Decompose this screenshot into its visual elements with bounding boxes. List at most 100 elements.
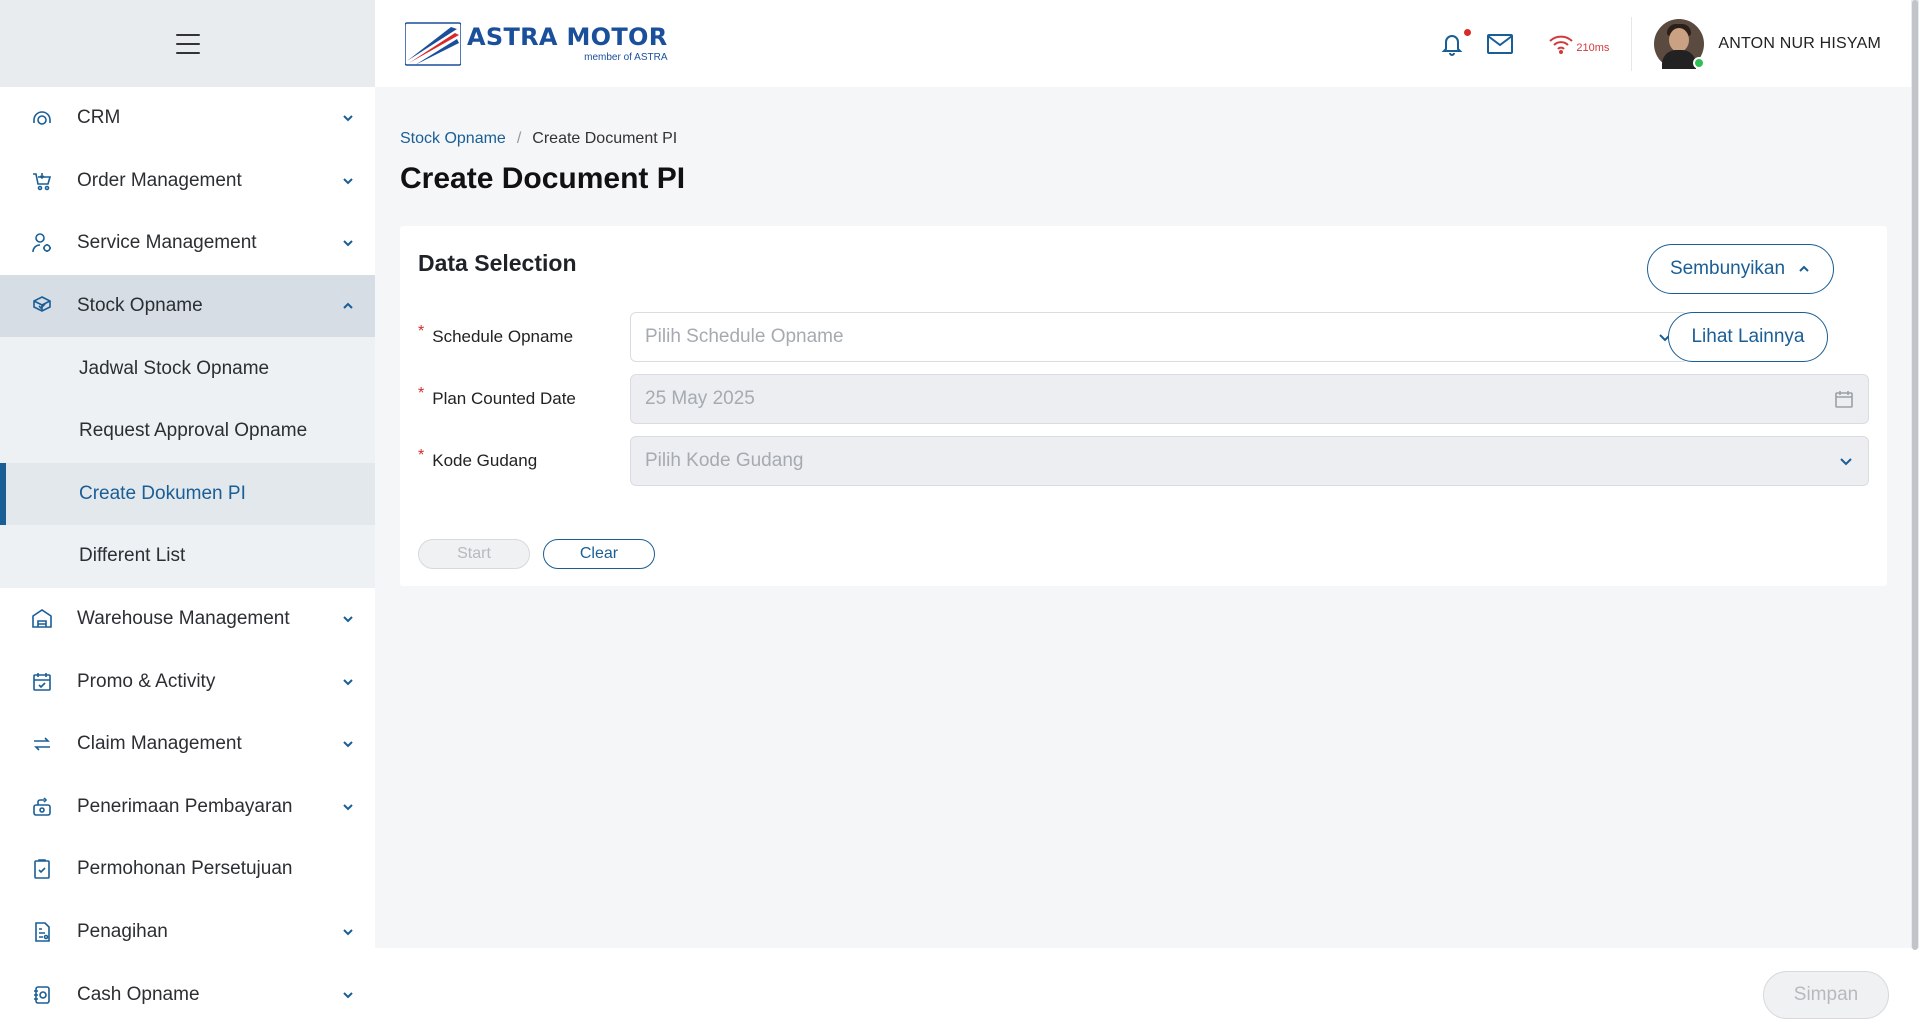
footer-action-bar: Simpan bbox=[375, 948, 1919, 1036]
sidebar-item-penagihan[interactable]: Penagihan bbox=[0, 901, 375, 964]
avatar[interactable] bbox=[1654, 18, 1706, 69]
plan-counted-date-row: * Plan Counted Date 25 May 2025 bbox=[418, 374, 1869, 424]
sidebar-item-permohonan-persetujuan[interactable]: Permohonan Persetujuan bbox=[0, 838, 375, 901]
top-header: ASTRA MOTOR member of ASTRA 210ms ANTON … bbox=[375, 0, 1919, 87]
sidebar-item-label: Penerimaan Pembayaran bbox=[77, 795, 293, 817]
save-button-label: Simpan bbox=[1793, 984, 1859, 1005]
required-mark: * bbox=[418, 323, 425, 340]
online-status-dot bbox=[1693, 56, 1706, 69]
header-divider bbox=[1631, 16, 1633, 71]
kode-gudang-select[interactable]: Pilih Kode Gudang bbox=[630, 436, 1869, 486]
sidebar-item-label: Permohonan Persetujuan bbox=[77, 858, 293, 880]
box-check-icon bbox=[29, 293, 55, 319]
sidebar-item-label: Penagihan bbox=[77, 921, 168, 943]
schedule-opname-label: * Schedule Opname bbox=[418, 323, 630, 347]
sidebar-item-label: Warehouse Management bbox=[77, 608, 290, 630]
claim-arrows-icon bbox=[29, 731, 55, 757]
sidebar-subitem-label: Jadwal Stock Opname bbox=[79, 357, 270, 379]
sidebar-nav: CRM Order Management Service Management … bbox=[0, 87, 375, 1026]
user-name[interactable]: ANTON NUR HISYAM bbox=[1718, 35, 1881, 53]
sidebar-item-claim-management[interactable]: Claim Management bbox=[0, 713, 375, 776]
crm-icon bbox=[29, 105, 55, 131]
sidebar-item-warehouse-management[interactable]: Warehouse Management bbox=[0, 588, 375, 651]
service-person-icon bbox=[29, 230, 55, 256]
sidebar-item-label: Promo & Activity bbox=[77, 670, 216, 692]
connection-signal-icon: 210ms bbox=[1548, 33, 1609, 55]
save-button[interactable]: Simpan bbox=[1763, 971, 1889, 1019]
logo-subtitle: member of ASTRA bbox=[584, 51, 668, 63]
clipboard-check-icon bbox=[29, 856, 55, 882]
chevron-down-icon bbox=[341, 675, 355, 689]
warehouse-icon bbox=[29, 606, 55, 632]
kode-gudang-label: * Kode Gudang bbox=[418, 447, 630, 471]
breadcrumb: Stock Opname / Create Document PI bbox=[400, 130, 1919, 148]
chevron-down-icon bbox=[341, 925, 355, 939]
sidebar-item-label: Cash Opname bbox=[77, 983, 200, 1005]
sidebar-subitem-request-approval-opname[interactable]: Request Approval Opname bbox=[0, 399, 375, 463]
hide-button-label: Sembunyikan bbox=[1669, 258, 1786, 279]
clear-button-label: Clear bbox=[579, 545, 619, 562]
payment-icon bbox=[29, 794, 55, 820]
breadcrumb-link-stock-opname[interactable]: Stock Opname bbox=[400, 130, 506, 148]
cash-icon bbox=[29, 982, 55, 1008]
chevron-down-icon bbox=[341, 988, 355, 1002]
sidebar-item-label: Order Management bbox=[77, 169, 242, 191]
see-more-button[interactable]: Lihat Lainnya bbox=[1668, 312, 1828, 362]
chevron-up-icon bbox=[1797, 262, 1811, 276]
chevron-down-icon bbox=[1838, 453, 1854, 469]
cart-icon bbox=[29, 168, 55, 194]
notification-dot bbox=[1464, 28, 1472, 36]
sidebar-item-order-management[interactable]: Order Management bbox=[0, 150, 375, 213]
plan-counted-date-value: 25 May 2025 bbox=[645, 388, 755, 409]
astra-wing-logo-icon bbox=[405, 21, 461, 66]
sidebar-item-penerimaan-pembayaran[interactable]: Penerimaan Pembayaran bbox=[0, 776, 375, 839]
sidebar-item-promo-activity[interactable]: Promo & Activity bbox=[0, 650, 375, 713]
plan-counted-date-label-text: Plan Counted Date bbox=[432, 389, 576, 408]
page-title: Create Document PI bbox=[400, 162, 686, 195]
sidebar-item-stock-opname[interactable]: Stock Opname bbox=[0, 274, 375, 338]
hamburger-menu-icon[interactable] bbox=[175, 33, 200, 54]
sidebar-subitem-label: Different List bbox=[79, 545, 186, 567]
chevron-down-icon bbox=[341, 111, 355, 125]
sidebar-item-crm[interactable]: CRM bbox=[0, 87, 375, 150]
mail-icon[interactable] bbox=[1486, 33, 1514, 55]
invoice-icon bbox=[29, 919, 55, 945]
breadcrumb-current: Create Document PI bbox=[532, 130, 678, 147]
schedule-opname-select[interactable]: Pilih Schedule Opname bbox=[630, 312, 1688, 362]
kode-gudang-row: * Kode Gudang Pilih Kode Gudang bbox=[418, 436, 1869, 486]
card-title: Data Selection bbox=[418, 250, 577, 276]
scrollbar-thumb[interactable] bbox=[1912, 0, 1918, 950]
sidebar-item-cash-opname[interactable]: Cash Opname bbox=[0, 963, 375, 1026]
sidebar-subitem-jadwal-stock-opname[interactable]: Jadwal Stock Opname bbox=[0, 337, 375, 400]
start-button-label: Start bbox=[457, 545, 491, 562]
plan-counted-date-field[interactable]: 25 May 2025 bbox=[630, 374, 1869, 424]
astra-motor-logo[interactable]: ASTRA MOTOR member of ASTRA bbox=[405, 14, 667, 74]
chevron-down-icon bbox=[341, 737, 355, 751]
chevron-up-icon bbox=[341, 299, 355, 313]
sidebar-subitem-create-dokumen-pi[interactable]: Create Dokumen PI bbox=[0, 462, 375, 526]
hide-button[interactable]: Sembunyikan bbox=[1647, 244, 1834, 294]
chevron-down-icon bbox=[341, 800, 355, 814]
notification-bell-icon[interactable] bbox=[1440, 28, 1472, 57]
header-actions: 210ms ANTON NUR HISYAM bbox=[1440, 0, 1919, 87]
sidebar-item-label: Claim Management bbox=[77, 733, 242, 755]
calendar-icon bbox=[1834, 389, 1854, 409]
sidebar-subitem-label: Request Approval Opname bbox=[79, 420, 308, 442]
chevron-down-icon bbox=[341, 236, 355, 250]
sidebar-subitem-different-list[interactable]: Different List bbox=[0, 525, 375, 588]
chevron-down-icon bbox=[341, 174, 355, 188]
required-mark: * bbox=[418, 447, 425, 464]
kode-gudang-label-text: Kode Gudang bbox=[432, 451, 538, 470]
sidebar: CRM Order Management Service Management … bbox=[0, 0, 375, 1036]
required-mark: * bbox=[418, 385, 425, 402]
clear-button[interactable]: Clear bbox=[543, 539, 655, 569]
page-scrollbar[interactable] bbox=[1911, 0, 1919, 950]
data-selection-card: Data Selection Sembunyikan * Schedule Op… bbox=[400, 226, 1887, 586]
schedule-opname-placeholder: Pilih Schedule Opname bbox=[645, 326, 844, 347]
see-more-button-label: Lihat Lainnya bbox=[1691, 326, 1805, 347]
signal-latency: 210ms bbox=[1576, 41, 1610, 54]
sidebar-item-service-management[interactable]: Service Management bbox=[0, 212, 375, 275]
sidebar-header bbox=[0, 0, 375, 87]
start-button[interactable]: Start bbox=[418, 539, 530, 569]
plan-counted-date-label: * Plan Counted Date bbox=[418, 385, 630, 409]
